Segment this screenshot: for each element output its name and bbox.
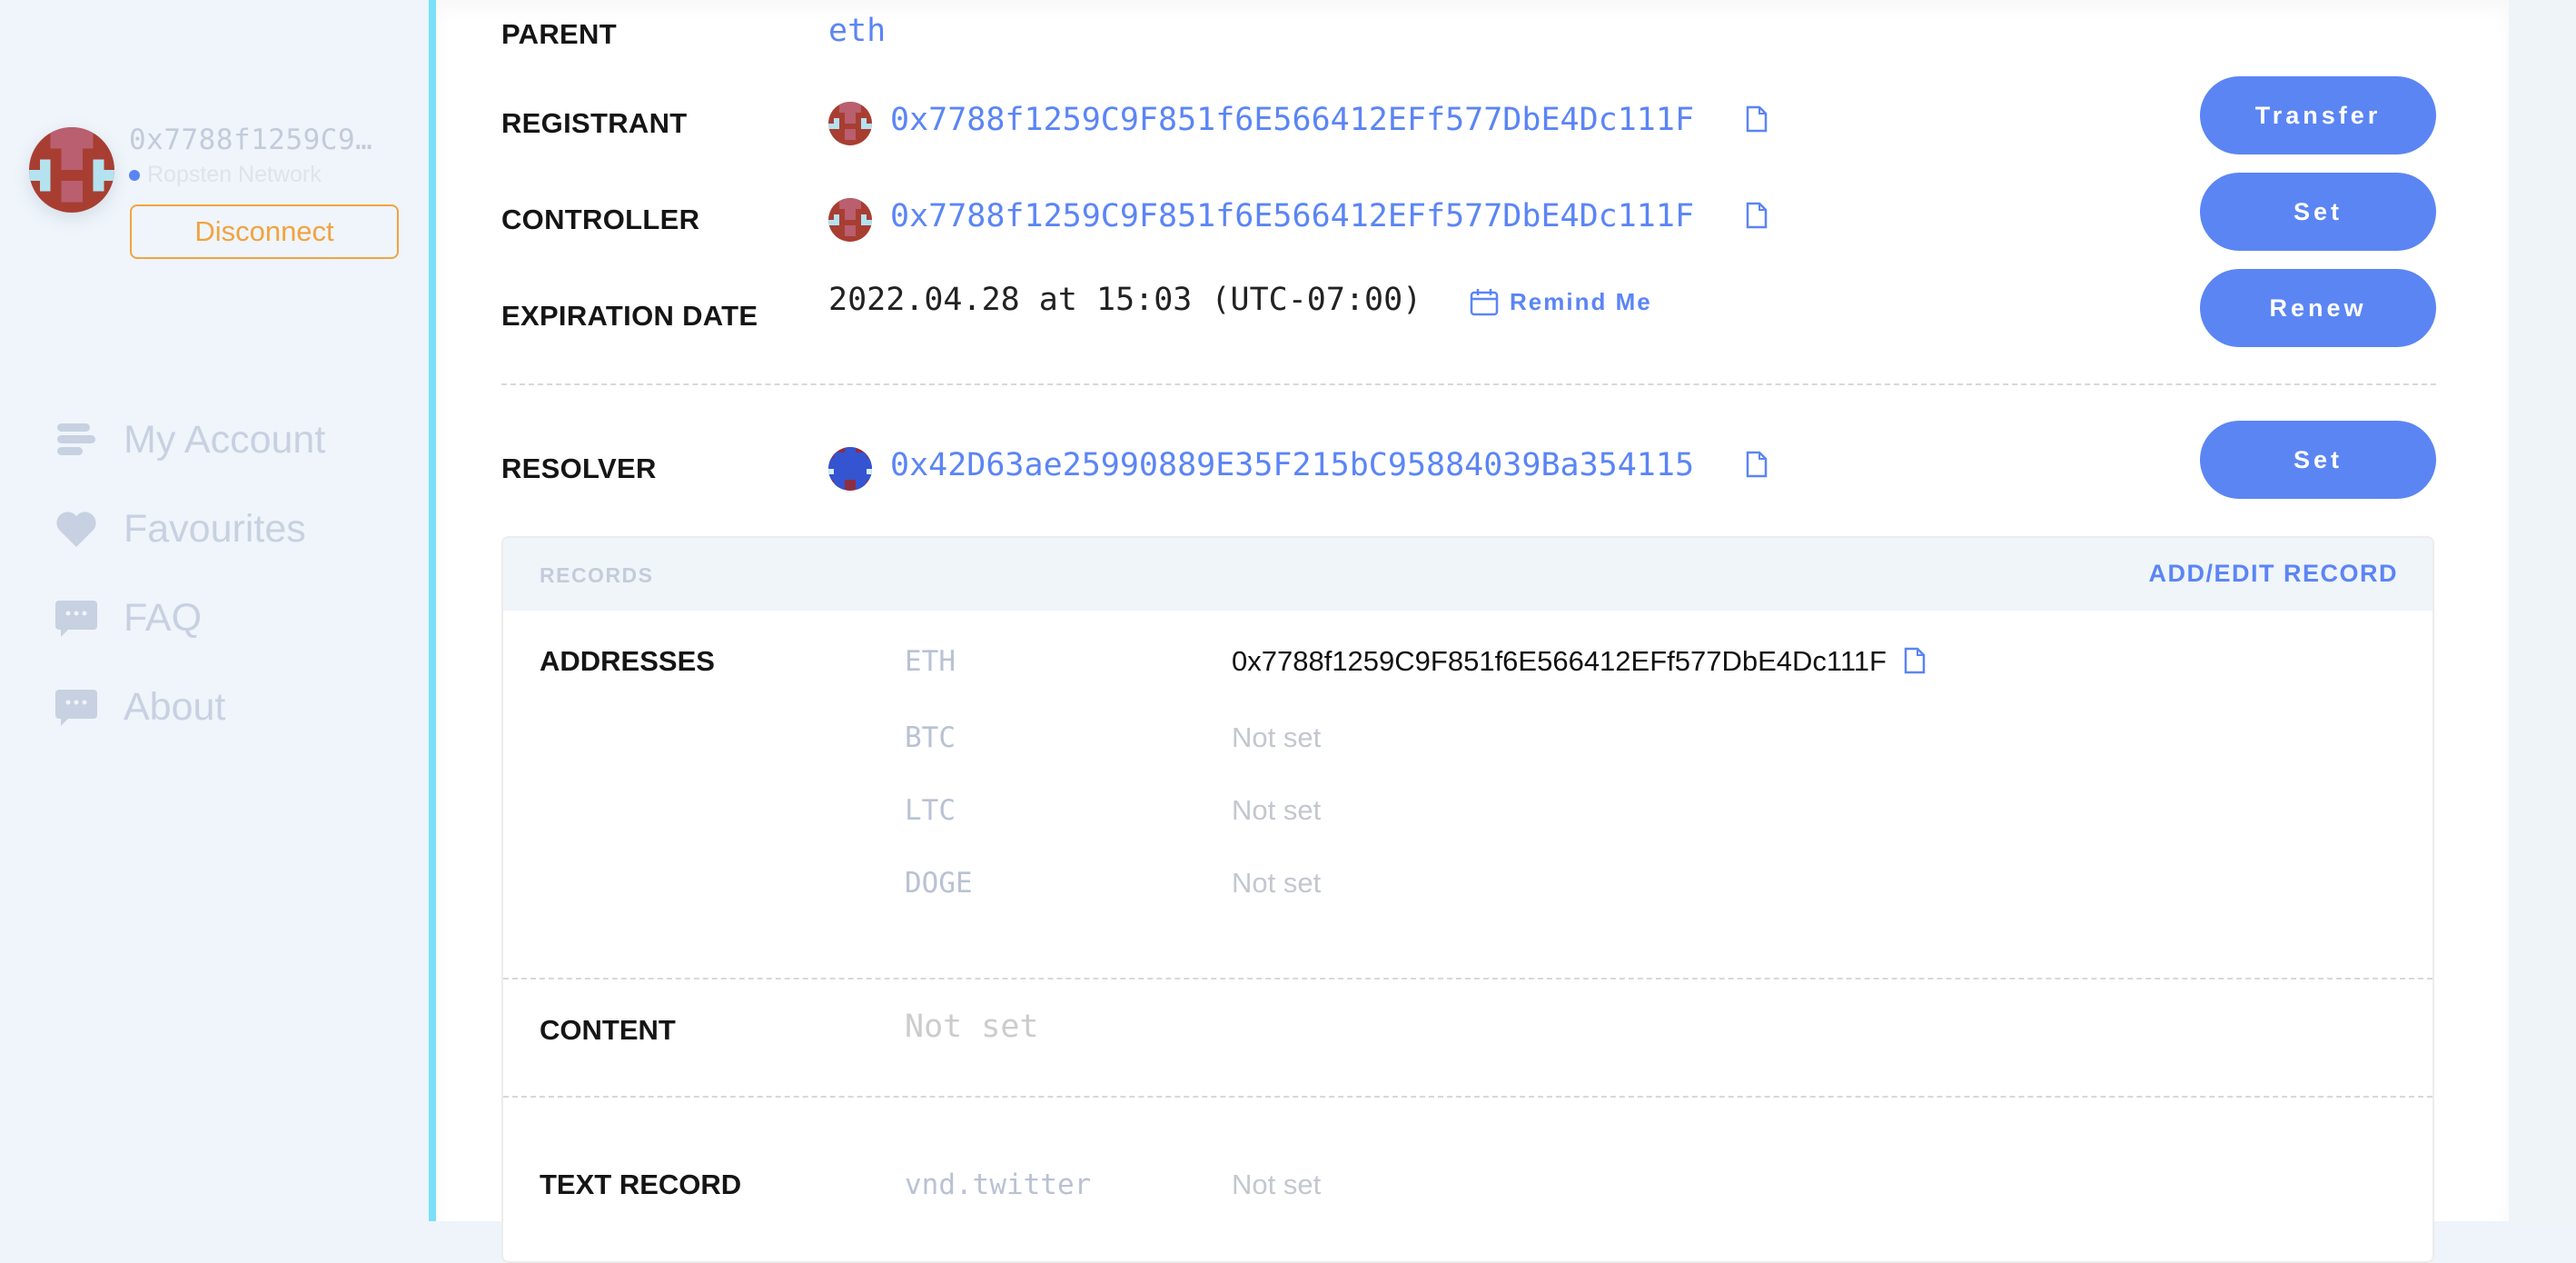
page-gutter	[2509, 0, 2576, 1221]
address-value-ltc: Not set	[1232, 794, 1322, 826]
records-header: RECORDS ADD/EDIT RECORD	[503, 538, 2432, 611]
sidebar-item-label: FAQ	[124, 595, 203, 640]
copy-icon[interactable]	[1746, 105, 1768, 133]
parent-link[interactable]: eth	[828, 13, 886, 49]
resolver-avatar	[828, 447, 872, 491]
content-value: Not set	[905, 1009, 1039, 1045]
sidebar-item-label: About	[124, 684, 226, 729]
sidebar-item-label: Favourites	[124, 506, 306, 551]
chat-bubble-icon	[54, 596, 98, 640]
text-record-label: TEXT RECORD	[540, 1169, 742, 1200]
address-key-ltc: LTC	[905, 794, 956, 827]
resolver-label: RESOLVER	[501, 452, 657, 484]
sidebar-item-faq[interactable]: FAQ	[54, 591, 202, 645]
text-record-key: vnd.twitter	[905, 1169, 1092, 1201]
network-name: Ropsten Network	[147, 162, 322, 187]
address-value-doge: Not set	[1232, 867, 1322, 899]
renew-button[interactable]: Renew	[2200, 269, 2436, 347]
active-section-stripe	[429, 0, 436, 1221]
set-controller-button[interactable]: Set	[2200, 173, 2436, 251]
records-divider	[503, 978, 2432, 980]
network-indicator: Ropsten Network	[129, 162, 322, 188]
expiration-label: EXPIRATION DATE	[501, 300, 758, 332]
text-record-value: Not set	[1232, 1169, 1322, 1200]
records-title: RECORDS	[540, 563, 654, 587]
controller-label: CONTROLLER	[501, 204, 700, 235]
copy-icon[interactable]	[1746, 202, 1768, 229]
resolver-address[interactable]: 0x42D63ae25990889E35F215bC95884039Ba3541…	[890, 447, 1694, 483]
sidebar-item-about[interactable]: About	[54, 680, 225, 734]
records-divider	[503, 1096, 2432, 1098]
address-key-eth: ETH	[905, 645, 956, 678]
calendar-icon	[1470, 287, 1499, 316]
account-avatar[interactable]	[29, 127, 114, 213]
remind-me-link[interactable]: Remind Me	[1470, 287, 1652, 316]
set-resolver-button[interactable]: Set	[2200, 421, 2436, 499]
sidebar: 0x7788f1259C9… Ropsten Network Disconnec…	[0, 0, 429, 1221]
disconnect-button[interactable]: Disconnect	[130, 204, 399, 259]
account-address: 0x7788f1259C9…	[129, 124, 373, 156]
address-value-btc: Not set	[1232, 721, 1322, 753]
copy-icon[interactable]	[1904, 647, 1926, 674]
address-value-eth: 0x7788f1259C9F851f6E566412EFf577DbE4Dc11…	[1232, 645, 1887, 677]
network-status-dot	[129, 170, 140, 182]
sidebar-item-favourites[interactable]: Favourites	[54, 502, 306, 556]
transfer-button[interactable]: Transfer	[2200, 76, 2436, 154]
registrant-label: REGISTRANT	[501, 107, 688, 139]
records-panel: RECORDS ADD/EDIT RECORD ADDRESSES ETH 0x…	[501, 536, 2434, 1263]
expiration-date: 2022.04.28 at 15:03 (UTC-07:00)	[828, 282, 1422, 318]
list-icon	[54, 418, 98, 462]
address-key-doge: DOGE	[905, 867, 973, 900]
sidebar-item-my-account[interactable]: My Account	[54, 413, 325, 467]
remind-me-label: Remind Me	[1510, 287, 1652, 315]
chat-bubble-icon	[54, 685, 98, 729]
controller-avatar	[828, 198, 872, 242]
addresses-label: ADDRESSES	[540, 645, 715, 677]
controller-address[interactable]: 0x7788f1259C9F851f6E566412EFf577DbE4Dc11…	[890, 198, 1694, 234]
section-divider	[501, 383, 2436, 385]
copy-icon[interactable]	[1746, 451, 1768, 478]
registrant-address[interactable]: 0x7788f1259C9F851f6E566412EFf577DbE4Dc11…	[890, 102, 1694, 138]
address-key-btc: BTC	[905, 721, 956, 754]
parent-label: PARENT	[501, 18, 617, 50]
sidebar-item-label: My Account	[124, 417, 326, 462]
add-edit-record-button[interactable]: ADD/EDIT RECORD	[2148, 560, 2398, 588]
heart-icon	[54, 507, 98, 551]
registrant-avatar	[828, 102, 872, 145]
content-label: CONTENT	[540, 1014, 676, 1046]
